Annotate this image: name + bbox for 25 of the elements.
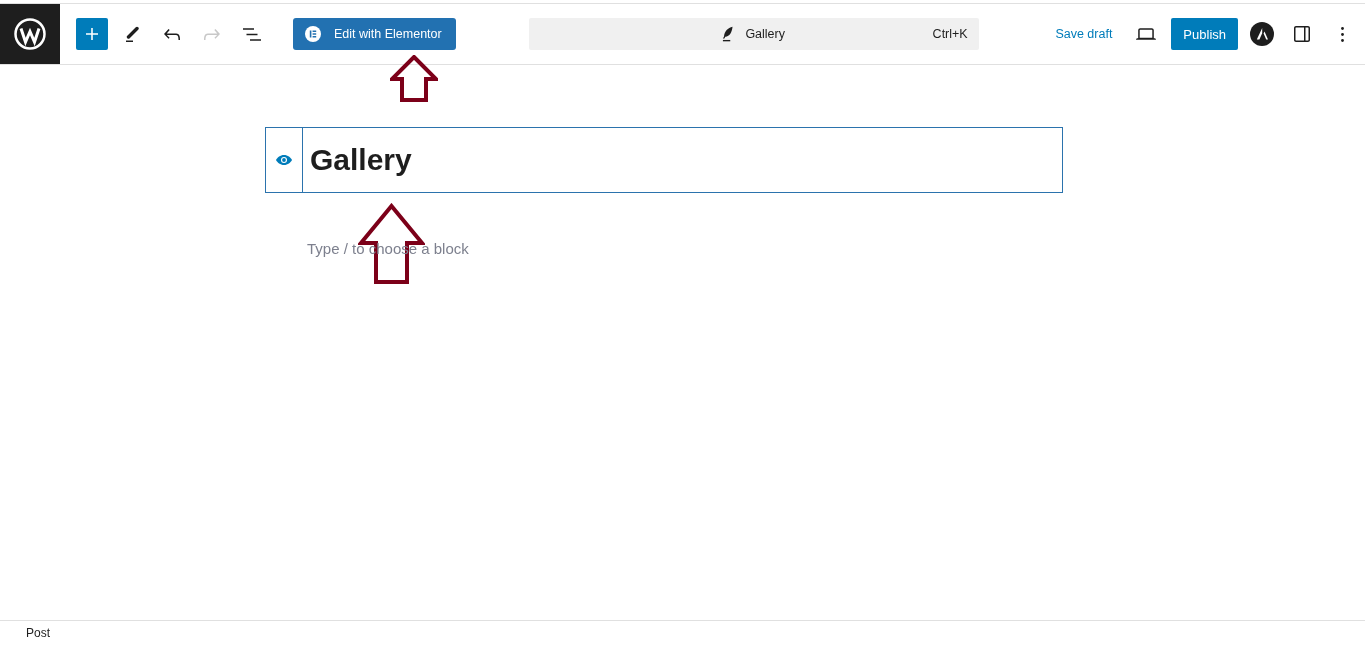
pencil-icon: [125, 26, 139, 42]
site-menu-button[interactable]: [0, 4, 60, 64]
command-bar[interactable]: Gallery Ctrl+K: [528, 18, 979, 50]
publish-button[interactable]: Publish: [1171, 18, 1238, 50]
kebab-menu-icon: [1340, 26, 1344, 42]
post-title[interactable]: Gallery: [303, 128, 412, 192]
title-block[interactable]: Gallery: [265, 127, 1063, 193]
undo-icon: [164, 28, 180, 40]
edit-with-elementor-button[interactable]: Edit with Elementor: [293, 18, 456, 50]
laptop-icon: [1136, 28, 1157, 40]
feather-icon: [722, 26, 734, 42]
sidebar-icon: [1294, 26, 1310, 42]
add-block-button[interactable]: [76, 18, 108, 50]
save-draft-button[interactable]: Save draft: [1045, 18, 1123, 50]
bars-circle-icon: [305, 26, 321, 42]
keyboard-shortcut: Ctrl+K: [932, 27, 968, 41]
annotation-arrow: [390, 55, 438, 102]
logo-icon: [14, 18, 46, 50]
list-view-icon: [243, 27, 261, 41]
eye-icon: [276, 155, 292, 165]
logo-icon: [1250, 22, 1274, 46]
redo-icon: [204, 28, 220, 40]
document-title: Gallery: [745, 27, 785, 41]
plus-icon: [86, 28, 98, 40]
breadcrumb-link[interactable]: Post: [26, 626, 50, 640]
